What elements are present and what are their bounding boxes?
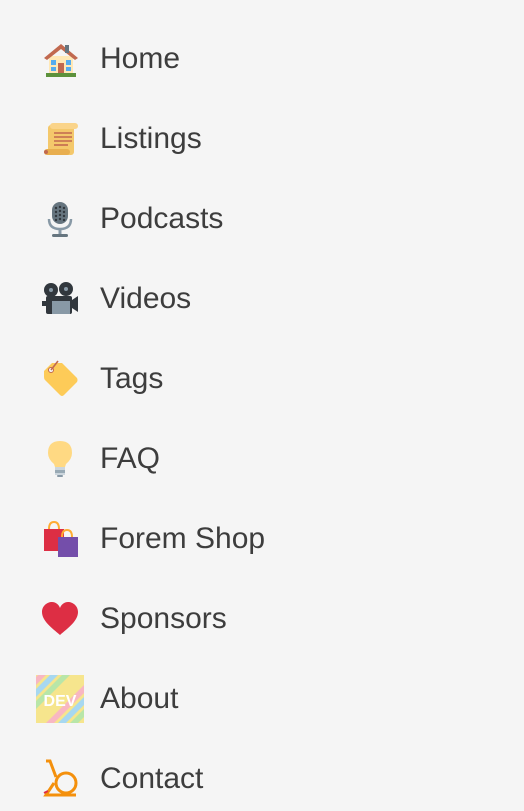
- sidebar-item-label: About: [100, 682, 179, 715]
- sidebar-item-listings[interactable]: Listings: [24, 107, 324, 171]
- sidebar-item-sponsors[interactable]: Sponsors: [24, 587, 324, 651]
- sidebar-item-label: Videos: [100, 282, 192, 315]
- sidebar-item-label: Podcasts: [100, 202, 224, 235]
- sidebar-item-label: Listings: [100, 122, 202, 155]
- sidebar-item-faq[interactable]: FAQ: [24, 427, 324, 491]
- sidebar-item-label: Sponsors: [100, 602, 227, 635]
- postal-horn-icon: [36, 755, 84, 803]
- svg-text:DEV: DEV: [44, 693, 77, 710]
- microphone-icon: [36, 195, 84, 243]
- dev-logo-icon: DEV: [36, 675, 84, 723]
- sidebar-item-contact[interactable]: Contact: [24, 747, 324, 811]
- scroll-icon: [36, 115, 84, 163]
- shopping-bags-icon: [36, 515, 84, 563]
- sidebar-item-home[interactable]: Home: [24, 27, 324, 91]
- sidebar-item-forem-shop[interactable]: Forem Shop: [24, 507, 324, 571]
- sidebar-item-about[interactable]: DEV About: [24, 667, 324, 731]
- sidebar-item-label: Contact: [100, 762, 204, 795]
- tag-icon: [36, 355, 84, 403]
- sidebar-item-tags[interactable]: Tags: [24, 347, 324, 411]
- sidebar-item-label: FAQ: [100, 442, 161, 475]
- light-bulb-icon: [36, 435, 84, 483]
- sidebar-item-label: Forem Shop: [100, 522, 266, 555]
- house-icon: [36, 35, 84, 83]
- sidebar-nav: Home Listings Podcasts Videos Tags FAQ F…: [0, 0, 524, 802]
- sidebar-item-podcasts[interactable]: Podcasts: [24, 187, 324, 251]
- sidebar-item-label: Tags: [100, 362, 164, 395]
- sidebar-item-label: Home: [100, 42, 181, 75]
- sidebar-item-videos[interactable]: Videos: [24, 267, 324, 331]
- film-projector-icon: [36, 275, 84, 323]
- heart-icon: [36, 595, 84, 643]
